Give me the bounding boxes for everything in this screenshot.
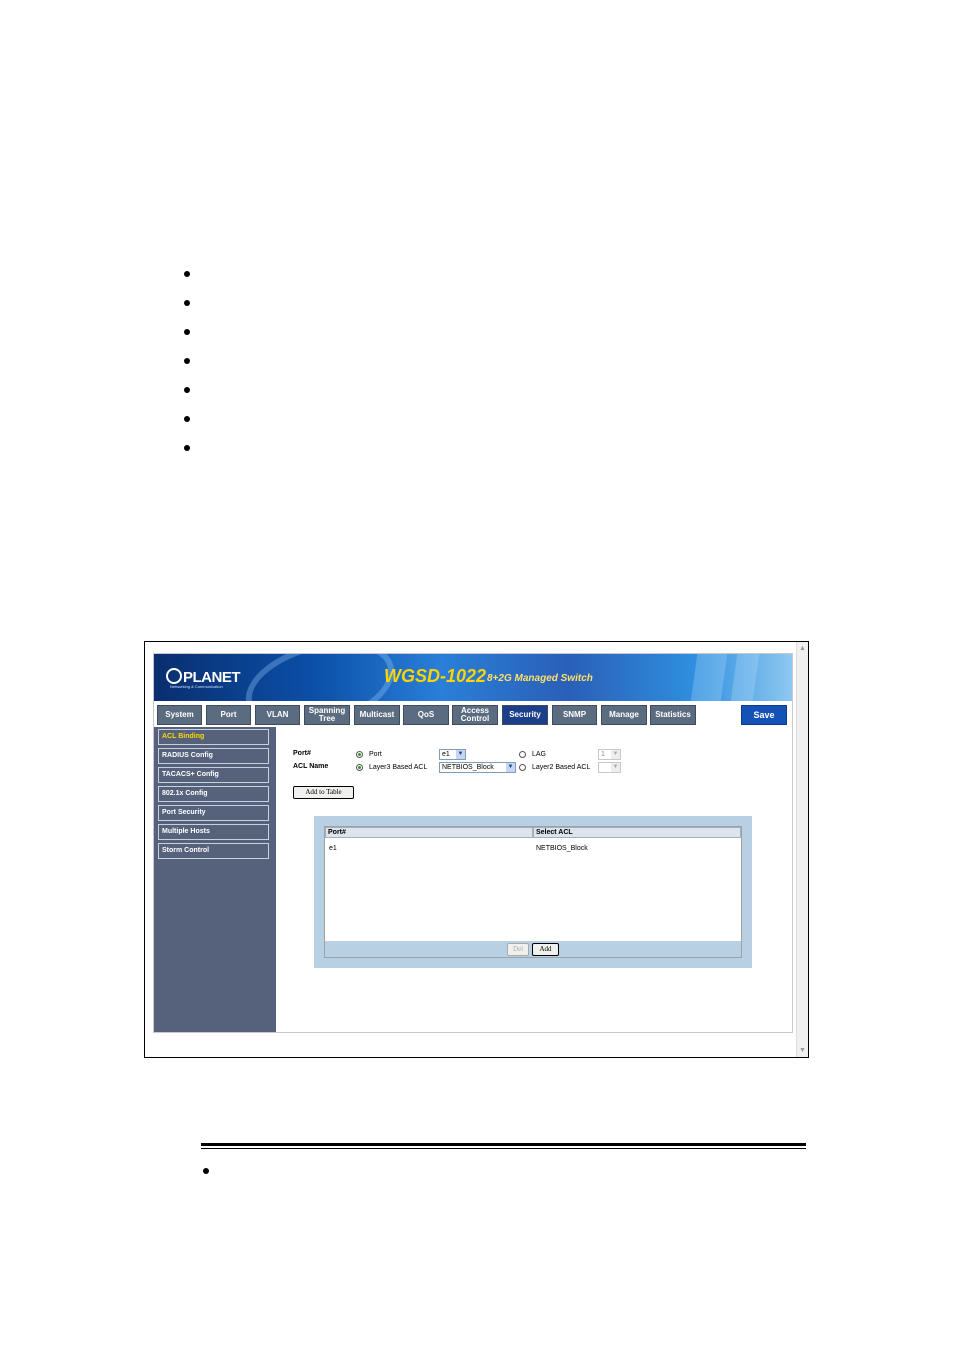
sidebar-item-multiple-hosts[interactable]: Multiple Hosts <box>158 824 269 840</box>
tab-vlan[interactable]: VLAN <box>255 705 300 725</box>
port-select-value: e1 <box>442 751 450 758</box>
sidebar-item-port-security[interactable]: Port Security <box>158 805 269 821</box>
logo-tagline: Networking & Communication <box>170 684 223 689</box>
acl-name-label: ACL Name <box>293 763 329 770</box>
cell-acl: NETBIOS_Block <box>536 845 588 852</box>
bullet <box>184 300 190 306</box>
tab-snmp[interactable]: SNMP <box>552 705 597 725</box>
tab-port[interactable]: Port <box>206 705 251 725</box>
cell-port: e1 <box>329 845 337 852</box>
browser-viewport: PLANET Networking & Communication WGSD-1… <box>153 653 793 1033</box>
layer3-acl-select[interactable]: NETBIOS_Block ▼ <box>439 762 516 773</box>
logo-ring-icon <box>166 668 182 684</box>
layer3-acl-radio[interactable] <box>356 764 363 771</box>
banner-swirl <box>235 654 405 701</box>
tab-security[interactable]: Security <box>502 705 548 725</box>
banner-building <box>730 654 760 701</box>
lag-radio-label: LAG <box>532 751 547 758</box>
chevron-down-icon: ▼ <box>506 763 515 772</box>
bullet <box>184 271 190 277</box>
column-header-select-acl: Select ACL <box>533 827 741 838</box>
port-select[interactable]: e1 ▼ <box>439 749 466 760</box>
port-radio[interactable] <box>356 751 363 758</box>
port-label: Port# <box>293 750 311 757</box>
del-button[interactable]: Del <box>507 943 529 956</box>
layer3-acl-label: Layer3 Based ACL <box>369 764 428 771</box>
save-button[interactable]: Save <box>741 705 787 725</box>
layer2-acl-label: Layer2 Based ACL <box>532 764 591 771</box>
sidebar: ACL Binding RADIUS Config TACACS+ Config… <box>154 727 276 1032</box>
banner-building <box>690 654 728 701</box>
scroll-up-icon[interactable]: ▲ <box>798 644 807 653</box>
layer2-acl-radio[interactable] <box>519 764 526 771</box>
sidebar-item-8021x-config[interactable]: 802.1x Config <box>158 786 269 802</box>
layer3-acl-value: NETBIOS_Block <box>442 764 494 771</box>
chevron-down-icon: ▼ <box>611 750 620 759</box>
lag-select-value: 1 <box>601 751 605 758</box>
model-name: WGSD-1022 <box>384 666 487 686</box>
sidebar-item-radius-config[interactable]: RADIUS Config <box>158 748 269 764</box>
acl-table-panel: Port# Select ACL e1 NETBIOS_Block Del Ad… <box>314 816 752 968</box>
tab-qos[interactable]: QoS <box>403 705 449 725</box>
bullet <box>184 358 190 364</box>
lag-select[interactable]: 1 ▼ <box>598 749 621 760</box>
tab-statistics[interactable]: Statistics <box>650 705 696 725</box>
lag-radio[interactable] <box>519 751 526 758</box>
model-description: 8+2G Managed Switch <box>487 673 593 684</box>
add-button[interactable]: Add <box>532 943 559 956</box>
tab-access-control[interactable]: Access Control <box>452 705 498 725</box>
port-radio-label: Port <box>369 751 382 758</box>
layer2-acl-select[interactable]: ▼ <box>598 762 621 773</box>
vertical-scrollbar[interactable]: ▲ ▼ <box>796 642 808 1057</box>
acl-table: Port# Select ACL e1 NETBIOS_Block Del Ad… <box>324 826 742 958</box>
bullet <box>184 416 190 422</box>
add-to-table-button[interactable]: Add to Table <box>293 786 354 799</box>
bullet <box>184 329 190 335</box>
section-rule <box>201 1143 806 1146</box>
section-rule-thin <box>201 1148 806 1149</box>
tab-system[interactable]: System <box>157 705 202 725</box>
tab-manage[interactable]: Manage <box>601 705 647 725</box>
sidebar-item-acl-binding[interactable]: ACL Binding <box>158 729 269 745</box>
sidebar-item-tacacs-config[interactable]: TACACS+ Config <box>158 767 269 783</box>
tab-multicast[interactable]: Multicast <box>354 705 400 725</box>
chevron-down-icon: ▼ <box>456 750 465 759</box>
chevron-down-icon: ▼ <box>611 763 620 772</box>
table-footer: Del Add <box>325 941 741 957</box>
bullet <box>184 445 190 451</box>
header-banner: PLANET Networking & Communication WGSD-1… <box>154 654 792 701</box>
screenshot-frame: PLANET Networking & Communication WGSD-1… <box>144 641 809 1058</box>
tab-spanning-tree[interactable]: Spanning Tree <box>304 705 350 725</box>
scroll-down-icon[interactable]: ▼ <box>798 1046 807 1055</box>
bullet <box>203 1168 209 1174</box>
column-header-port: Port# <box>325 827 533 838</box>
bullet <box>184 387 190 393</box>
sidebar-item-storm-control[interactable]: Storm Control <box>158 843 269 859</box>
